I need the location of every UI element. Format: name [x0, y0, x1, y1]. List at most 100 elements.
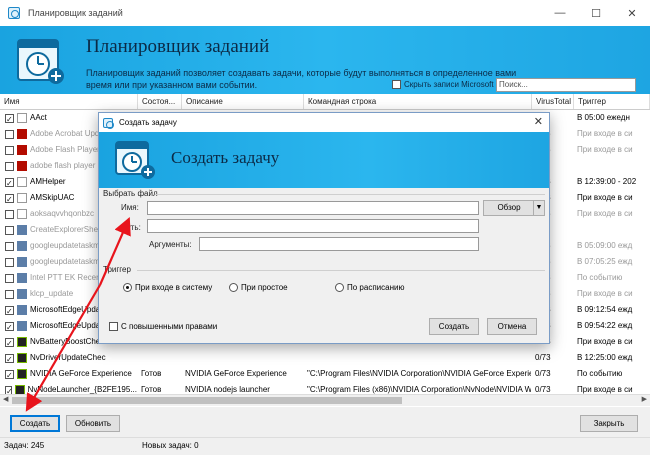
task-enabled-checkbox[interactable]: [5, 273, 14, 283]
task-enabled-checkbox[interactable]: [5, 145, 14, 155]
task-enabled-checkbox[interactable]: [5, 320, 14, 334]
calendar-clock-icon: [17, 39, 64, 84]
create-task-dialog: Создать задачу ✕ Создать задачу Выбрать …: [98, 112, 550, 344]
table-row[interactable]: NVIDIA GeForce Experience Готов NVIDIA GeF…: [0, 366, 650, 382]
trigger-option-schedule[interactable]: По расписанию: [335, 283, 404, 292]
trigger-option-logon-label: При входе в систему: [135, 283, 213, 292]
task-enabled-checkbox[interactable]: [5, 352, 14, 366]
task-enabled-checkbox[interactable]: [5, 161, 14, 171]
column-header-trigger[interactable]: Триггер: [574, 94, 650, 109]
task-trigger: В 05:09:00 ежд: [577, 241, 633, 250]
task-description: NVIDIA nodejs launcher: [185, 385, 270, 394]
task-enabled-checkbox[interactable]: [5, 257, 14, 267]
hide-microsoft-checkbox[interactable]: Скрыть записи Microsoft: [392, 80, 494, 89]
column-header-virustotal[interactable]: VirusTotal: [532, 94, 574, 109]
maximize-button[interactable]: ☐: [578, 0, 614, 26]
task-enabled-checkbox[interactable]: [5, 112, 14, 126]
task-command: [304, 350, 532, 366]
task-trigger: [574, 158, 650, 174]
trigger-option-idle[interactable]: При простое: [229, 283, 288, 292]
window-title: Планировщик заданий: [28, 8, 123, 18]
window-controls: — ☐ ✕: [542, 0, 650, 26]
arguments-field[interactable]: [199, 237, 479, 251]
task-enabled-checkbox[interactable]: [5, 384, 12, 394]
gen-app-icon: [17, 225, 27, 235]
table-row[interactable]: NvDriverUpdateChec 0/73 В 12:25:00 ежд: [0, 350, 650, 366]
trigger-group-separator: [137, 270, 545, 271]
task-enabled-checkbox[interactable]: [5, 289, 14, 299]
task-description: [182, 350, 304, 366]
browse-button[interactable]: Обзор: [483, 200, 535, 216]
task-name: klcp_update: [30, 289, 74, 298]
task-trigger: В 12:39:00 - 202: [577, 177, 637, 186]
gen-app-icon: [17, 241, 27, 251]
close-app-button[interactable]: Закрыть: [580, 415, 638, 432]
radio-logon[interactable]: [123, 283, 132, 292]
create-button[interactable]: Создать: [10, 415, 60, 432]
task-enabled-checkbox[interactable]: [5, 176, 14, 190]
task-name: adobe flash player: [30, 161, 96, 170]
scroll-right-icon[interactable]: ▶: [642, 395, 647, 403]
path-field[interactable]: [147, 219, 479, 233]
column-header-command[interactable]: Командная строка: [304, 94, 532, 109]
task-name-cell[interactable]: NvDriverUpdateChec: [0, 350, 138, 366]
task-enabled-checkbox[interactable]: [5, 225, 14, 235]
column-header-state[interactable]: Состоя...: [138, 94, 182, 109]
horizontal-scrollbar[interactable]: ◀ ▶: [0, 394, 650, 406]
task-enabled-checkbox[interactable]: [5, 241, 14, 251]
search-input[interactable]: Поиск...: [496, 78, 636, 92]
elevated-rights-label: С повышенными правами: [121, 322, 218, 331]
header-banner: Планировщик заданий Планировщик заданий …: [0, 26, 650, 94]
table-row[interactable]: NvNodeLauncher_{B2FE195... Готов NVIDIA no…: [0, 382, 650, 394]
hide-microsoft-label: Скрыть записи Microsoft: [404, 80, 494, 89]
minimize-button[interactable]: —: [542, 0, 578, 26]
browse-dropdown-icon[interactable]: ▼: [533, 200, 545, 216]
checkbox-box[interactable]: [392, 80, 401, 89]
elevated-rights-checkbox[interactable]: С повышенными правами: [109, 322, 217, 331]
task-enabled-checkbox[interactable]: [5, 336, 14, 350]
task-enabled-checkbox[interactable]: [5, 304, 14, 318]
task-virustotal: 0/73: [535, 353, 551, 362]
new-task-count: Новых задач: 0: [142, 441, 199, 450]
dialog-cancel-button[interactable]: Отмена: [487, 318, 537, 335]
task-trigger: При входе в си: [577, 385, 633, 394]
title-bar: Планировщик заданий — ☐ ✕: [0, 0, 650, 26]
radio-idle[interactable]: [229, 283, 238, 292]
dialog-create-button[interactable]: Создать: [429, 318, 479, 335]
task-trigger: В 07:05:25 ежд: [577, 257, 633, 266]
scrollbar-thumb[interactable]: [12, 397, 402, 404]
column-header-name[interactable]: Имя: [0, 94, 138, 109]
refresh-button[interactable]: Обновить: [66, 415, 120, 432]
dialog-close-icon[interactable]: ✕: [534, 115, 543, 128]
task-trigger: При входе в си: [577, 209, 633, 218]
task-name-cell[interactable]: NvNodeLauncher_{B2FE195...: [0, 382, 138, 394]
trigger-option-logon[interactable]: При входе в систему: [123, 283, 212, 292]
task-name: googleupdatetaskma: [30, 257, 105, 266]
task-name: AMHelper: [30, 177, 66, 186]
trigger-group-label: Триггер: [103, 265, 131, 274]
task-enabled-checkbox[interactable]: [5, 368, 14, 382]
trigger-option-idle-label: При простое: [241, 283, 288, 292]
task-name: NVIDIA GeForce Experience: [30, 369, 132, 378]
task-name: NvBatteryBoostChec: [30, 337, 105, 346]
task-enabled-checkbox[interactable]: [5, 129, 14, 139]
task-enabled-checkbox[interactable]: [5, 209, 14, 219]
task-trigger: При входе в си: [577, 337, 633, 346]
task-enabled-checkbox[interactable]: [5, 192, 14, 206]
dialog-banner-title: Создать задачу: [171, 148, 280, 167]
page-app-icon: [17, 113, 27, 123]
elevated-rights-box[interactable]: [109, 322, 118, 331]
task-name: NvDriverUpdateChec: [30, 353, 106, 362]
radio-schedule[interactable]: [335, 283, 344, 292]
name-field[interactable]: [147, 201, 479, 215]
task-trigger: При входе в си: [577, 289, 633, 298]
file-group-separator: [155, 194, 545, 195]
nv-app-icon: [14, 385, 25, 394]
close-button[interactable]: ✕: [614, 0, 650, 26]
table-header: Имя Состоя... Описание Командная строка …: [0, 94, 650, 110]
task-count: Задач: 245: [4, 441, 45, 450]
task-name-cell[interactable]: NVIDIA GeForce Experience: [0, 366, 138, 382]
task-virustotal: 0/73: [535, 385, 551, 394]
scroll-left-icon[interactable]: ◀: [3, 395, 8, 403]
column-header-description[interactable]: Описание: [182, 94, 304, 109]
